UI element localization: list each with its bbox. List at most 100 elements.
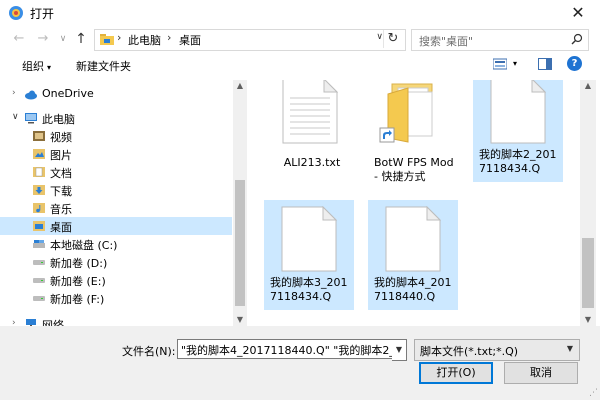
view-icon: [492, 58, 508, 70]
open-label: 打开(O): [436, 366, 476, 379]
scrollbar-thumb[interactable]: [582, 238, 594, 308]
filename-value: "我的脚本4_2017118440.Q" "我的脚本2_2017118434.Q…: [181, 344, 392, 357]
close-icon: ✕: [571, 3, 585, 22]
file-icon: [385, 206, 441, 272]
help-glyph: ?: [571, 58, 578, 69]
address-bar[interactable]: › 此电脑 › 桌面 ∨ ↻: [94, 29, 406, 51]
back-button[interactable]: ←: [10, 30, 28, 48]
music-folder-icon: [33, 203, 45, 213]
sidebar-item-desktop[interactable]: 桌面: [0, 217, 232, 235]
file-name: 我的脚本2_2017118434.Q: [479, 148, 557, 175]
cancel-label: 取消: [530, 366, 552, 379]
resize-grip-icon[interactable]: ⋰: [589, 388, 598, 398]
navigation-pane: › OneDrive ∨ 此电脑 视频 图片 文档 下载 音乐 桌面 本地磁盘 …: [0, 80, 247, 326]
scrollbar-thumb[interactable]: [235, 180, 245, 306]
filename-input[interactable]: "我的脚本4_2017118440.Q" "我的脚本2_2017118434.Q…: [177, 339, 393, 359]
preview-pane-button[interactable]: [538, 58, 552, 73]
sidebar-item-label: 文档: [50, 167, 72, 180]
file-icon: [281, 206, 337, 272]
desktop-folder-icon: [33, 221, 45, 231]
sidebar-item-label: OneDrive: [42, 87, 94, 100]
filename-history-dropdown[interactable]: ▼: [392, 339, 407, 361]
sidebar-item-drive-d[interactable]: 新加卷 (D:): [0, 253, 232, 271]
file-item-ali213[interactable]: ALI213.txt: [270, 80, 360, 182]
drive-icon: [33, 260, 45, 265]
breadcrumb-separator: ›: [167, 31, 172, 44]
sidebar-item-label: 新加卷 (D:): [50, 257, 108, 270]
chevron-down-icon[interactable]: ∨: [12, 112, 19, 122]
sidebar-item-label: 桌面: [50, 221, 72, 234]
drive-icon: [33, 296, 45, 301]
sidebar-item-this-pc[interactable]: ∨ 此电脑: [0, 109, 232, 127]
file-item-script-4[interactable]: 我的脚本4_2017118440.Q: [368, 200, 458, 310]
sidebar-item-pictures[interactable]: 图片: [0, 145, 232, 163]
picture-folder-icon: [33, 149, 45, 159]
scroll-down-icon[interactable]: ▼: [233, 314, 247, 326]
file-name: 我的脚本3_2017118434.Q: [270, 276, 348, 303]
back-arrow-icon: ←: [13, 31, 25, 46]
text-file-icon: [282, 80, 338, 144]
sidebar-item-drive-f[interactable]: 新加卷 (F:): [0, 289, 232, 307]
sidebar-item-onedrive[interactable]: › OneDrive: [0, 85, 232, 103]
navigation-scrollbar[interactable]: ▲ ▼: [233, 80, 247, 326]
sidebar-item-label: 图片: [50, 149, 72, 162]
caret-down-icon: ▾: [47, 63, 52, 72]
recent-locations-button[interactable]: ∨: [54, 30, 72, 48]
sidebar-item-drive-e[interactable]: 新加卷 (E:): [0, 271, 232, 289]
address-dropdown-icon[interactable]: ∨: [376, 32, 383, 42]
breadcrumb-this-pc[interactable]: 此电脑: [128, 32, 161, 48]
chevron-down-icon: ▼: [395, 345, 403, 354]
sidebar-item-documents[interactable]: 文档: [0, 163, 232, 181]
download-folder-icon: [33, 185, 45, 195]
file-item-botw-shortcut[interactable]: BotW FPS Mod - 快捷方式: [368, 80, 458, 183]
chevron-down-icon: ▼: [566, 344, 573, 353]
scroll-down-icon[interactable]: ▼: [580, 314, 596, 326]
breadcrumb-separator: ›: [117, 31, 122, 44]
up-button[interactable]: ↑: [72, 30, 90, 48]
search-icon: [571, 33, 583, 45]
open-button[interactable]: 打开(O): [419, 362, 493, 384]
breadcrumb-desktop[interactable]: 桌面: [179, 32, 201, 48]
scroll-up-icon[interactable]: ▲: [580, 80, 596, 92]
forward-button[interactable]: →: [34, 30, 52, 48]
sidebar-item-network[interactable]: › 网络: [0, 315, 232, 326]
close-button[interactable]: ✕: [556, 0, 600, 26]
file-item-script-2[interactable]: 我的脚本2_2017118434.Q: [473, 80, 563, 182]
scroll-up-icon[interactable]: ▲: [233, 80, 247, 92]
drive-icon: [33, 278, 45, 283]
chevron-right-icon[interactable]: ›: [12, 318, 16, 326]
forward-arrow-icon: →: [37, 31, 49, 46]
search-placeholder: 搜索"桌面": [419, 35, 474, 48]
chevron-right-icon[interactable]: ›: [12, 88, 16, 98]
file-name: ALI213.txt: [283, 156, 341, 169]
sidebar-item-label: 新加卷 (F:): [50, 293, 105, 306]
address-row: ← → ∨ ↑ › 此电脑 › 桌面 ∨ ↻ 搜索"桌面": [0, 26, 600, 52]
chevron-down-icon: ∨: [59, 34, 67, 44]
file-list: ALI213.txt BotW FPS Mod - 快捷方式 我的脚本2_201…: [248, 80, 580, 326]
sidebar-item-drive-c[interactable]: 本地磁盘 (C:): [0, 235, 232, 253]
sidebar-item-label: 音乐: [50, 203, 72, 216]
new-folder-button[interactable]: 新建文件夹: [76, 58, 131, 74]
refresh-icon[interactable]: ↻: [383, 30, 402, 48]
filename-label: 文件名(N):: [122, 345, 176, 358]
title-bar: 打开 ✕: [0, 0, 600, 26]
sidebar-item-downloads[interactable]: 下载: [0, 181, 232, 199]
file-list-scrollbar[interactable]: ▲ ▼: [580, 80, 596, 326]
video-folder-icon: [33, 131, 45, 141]
help-button[interactable]: ?: [567, 56, 582, 71]
change-view-button[interactable]: ▾: [492, 58, 517, 73]
sidebar-item-music[interactable]: 音乐: [0, 199, 232, 217]
file-item-script-3[interactable]: 我的脚本3_2017118434.Q: [264, 200, 354, 310]
sidebar-item-label: 此电脑: [42, 113, 75, 126]
folder-shortcut-icon: [379, 83, 433, 143]
cancel-button[interactable]: 取消: [504, 362, 578, 384]
sidebar-item-label: 视频: [50, 131, 72, 144]
computer-icon: [25, 113, 37, 124]
up-arrow-icon: ↑: [75, 31, 87, 47]
filetype-select[interactable]: 脚本文件(*.txt;*.Q) ▼: [414, 339, 580, 361]
file-name-panel: 文件名(N): "我的脚本4_2017118440.Q" "我的脚本2_2017…: [0, 326, 600, 400]
search-input[interactable]: 搜索"桌面": [411, 29, 589, 51]
organize-button[interactable]: 组织 ▾: [22, 58, 51, 74]
folder-icon: [100, 34, 114, 45]
sidebar-item-videos[interactable]: 视频: [0, 127, 232, 145]
